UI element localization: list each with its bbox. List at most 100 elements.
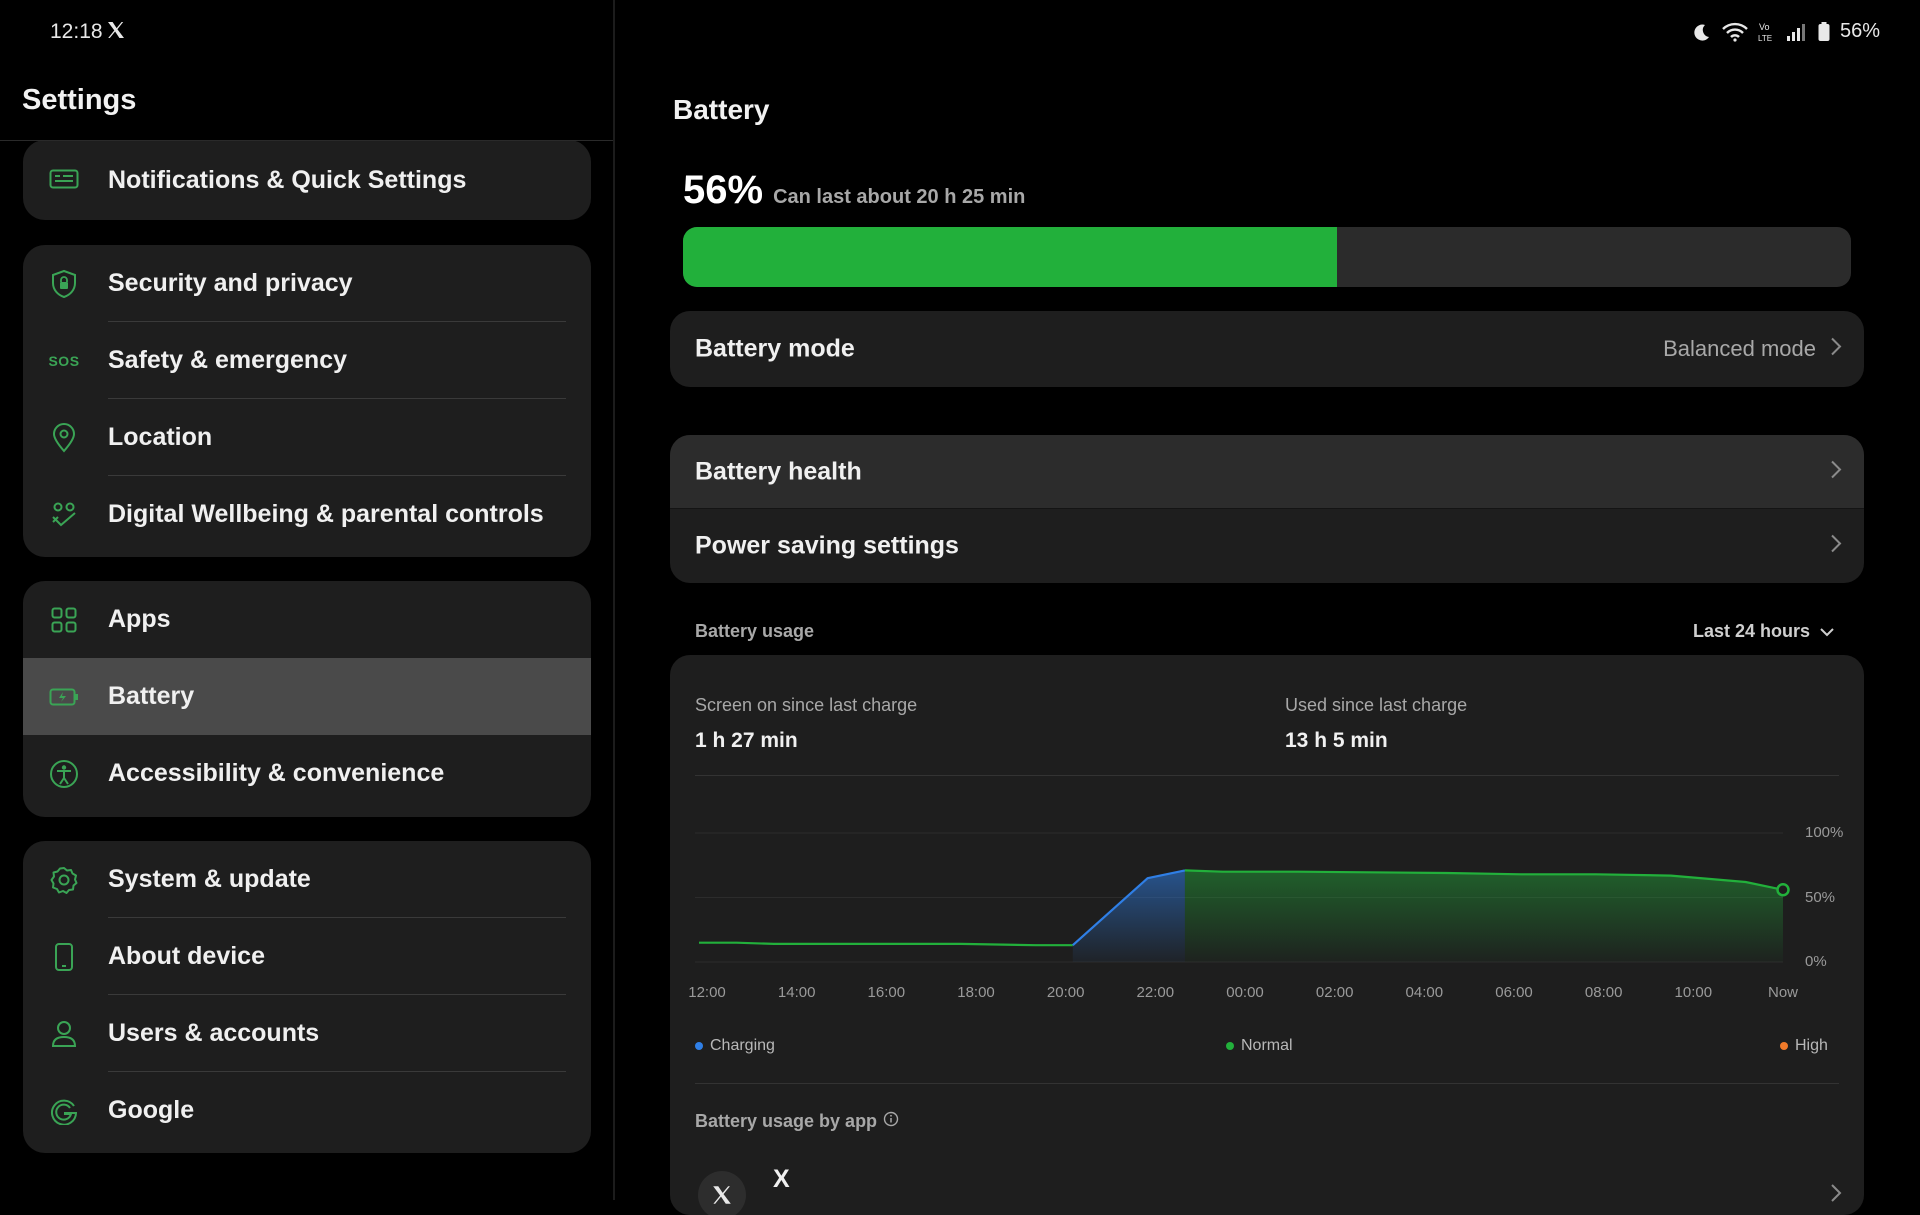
battery-page-title: Battery xyxy=(673,94,770,125)
settings-group-notifications: Notifications & Quick Settings xyxy=(23,141,591,220)
accessibility-icon xyxy=(49,759,79,789)
x-tick-label: 08:00 xyxy=(1584,984,1623,1001)
x-tick-label: Now xyxy=(1767,984,1799,1001)
x-logo-icon xyxy=(106,20,128,44)
chevron-right-icon xyxy=(1830,460,1842,485)
settings-group-apps: Apps Battery Accessibility & convenience xyxy=(23,581,591,817)
battery-mode-value: Balanced mode xyxy=(1663,336,1816,361)
power-saving-row[interactable]: Power saving settings xyxy=(670,509,1864,583)
battery-level-bar xyxy=(683,227,1851,287)
legend-dot xyxy=(1780,1042,1788,1050)
settings-item-notifications[interactable]: Notifications & Quick Settings xyxy=(23,141,591,220)
settings-group-system: System & update About device Users & acc… xyxy=(23,841,591,1153)
status-bar: 12:18 Vo LTE 56% xyxy=(0,0,1920,64)
settings-item-location[interactable]: Location xyxy=(23,399,591,476)
signal-icon xyxy=(1786,22,1808,42)
battery-level-row: 56% Can last about 20 h 25 min xyxy=(683,168,1025,213)
settings-item-battery[interactable]: Battery xyxy=(23,658,591,735)
page-title: Settings xyxy=(22,84,137,116)
settings-list[interactable]: Notifications & Quick Settings Security … xyxy=(0,141,613,1200)
x-tick-label: 06:00 xyxy=(1495,984,1533,1001)
settings-item-label: Notifications & Quick Settings xyxy=(108,165,467,194)
x-tick-label: 16:00 xyxy=(867,984,906,1001)
legend-dot xyxy=(1226,1042,1234,1050)
legend-divider xyxy=(695,1083,1839,1084)
y-tick-label: 100% xyxy=(1805,824,1844,841)
chevron-right-icon xyxy=(1830,1183,1842,1208)
usage-range-dropdown[interactable]: Last 24 hours xyxy=(1693,621,1834,642)
stats-divider xyxy=(695,775,1839,776)
screen-on-label: Screen on since last charge xyxy=(695,695,918,715)
settings-item-label: System & update xyxy=(108,865,311,893)
settings-item-system[interactable]: System & update xyxy=(23,841,591,918)
settings-item-about[interactable]: About device xyxy=(23,918,591,995)
phone-icon xyxy=(49,942,79,972)
legend-high: High xyxy=(1780,1037,1828,1055)
battery-usage-chart xyxy=(695,832,1790,963)
settings-group-security: Security and privacy SOS Safety & emerge… xyxy=(23,245,591,557)
app-usage-name[interactable]: X xyxy=(773,1165,790,1194)
battery-icon xyxy=(1818,21,1830,42)
settings-item-label: Battery xyxy=(108,682,195,710)
chevron-right-icon xyxy=(1830,534,1842,559)
x-tick-label: 20:00 xyxy=(1046,984,1085,1001)
battery-options-card: Battery health Power saving settings xyxy=(670,435,1864,583)
series-area-normal xyxy=(1184,870,1783,962)
settings-item-label: Location xyxy=(108,423,213,451)
x-tick-label: 14:00 xyxy=(777,984,816,1001)
settings-item-wellbeing[interactable]: Digital Wellbeing & parental controls xyxy=(23,476,591,553)
settings-item-label: Google xyxy=(108,1096,195,1124)
battery-percent-large: 56% xyxy=(683,168,764,212)
y-tick-label: 0% xyxy=(1805,953,1827,970)
battery-estimate: Can last about 20 h 25 min xyxy=(773,186,1026,208)
battery-level-fill xyxy=(683,227,1338,287)
google-icon xyxy=(49,1096,79,1126)
x-tick-label: 18:00 xyxy=(957,984,995,1001)
battery-percent: 56% xyxy=(1839,20,1880,42)
used-since-value: 13 h 5 min xyxy=(1285,729,1388,752)
used-since-label: Used since last charge xyxy=(1285,695,1468,715)
user-icon xyxy=(49,1019,79,1049)
info-icon[interactable] xyxy=(883,1111,899,1132)
legend-charging: Charging xyxy=(695,1037,775,1055)
settings-item-label: About device xyxy=(108,942,265,970)
x-app-icon xyxy=(698,1171,746,1215)
battery-mode-label: Battery mode xyxy=(695,334,855,363)
chevron-right-icon xyxy=(1830,337,1842,362)
settings-item-google[interactable]: Google xyxy=(23,1072,591,1149)
series-area-charging xyxy=(1072,870,1185,962)
battery-icon xyxy=(49,682,79,712)
series-line-normal xyxy=(699,941,1073,947)
x-tick-label: 02:00 xyxy=(1315,984,1354,1001)
power-saving-label: Power saving settings xyxy=(695,531,959,560)
settings-item-safety[interactable]: SOS Safety & emergency xyxy=(23,322,591,399)
svg-text:LTE: LTE xyxy=(1758,34,1772,43)
battery-mode-row[interactable]: Battery mode Balanced mode xyxy=(670,311,1864,387)
battery-mode-card: Battery mode Balanced mode xyxy=(670,311,1864,387)
x-tick-label: 00:00 xyxy=(1226,984,1264,1001)
settings-item-security[interactable]: Security and privacy xyxy=(23,245,591,322)
used-since-stat: Used since last charge 13 h 5 min xyxy=(1285,695,1467,753)
shield-icon xyxy=(49,269,79,299)
usage-range-label: Last 24 hours xyxy=(1692,621,1810,641)
chevron-down-icon xyxy=(1820,621,1834,642)
x-tick-label: 22:00 xyxy=(1136,984,1175,1001)
settings-item-users[interactable]: Users & accounts xyxy=(23,995,591,1072)
settings-item-accessibility[interactable]: Accessibility & convenience xyxy=(23,735,591,812)
settings-item-label: Apps xyxy=(108,605,171,633)
legend-dot xyxy=(695,1042,703,1050)
battery-health-label: Battery health xyxy=(695,457,862,486)
settings-item-apps[interactable]: Apps xyxy=(23,581,591,658)
battery-usage-card: Screen on since last charge 1 h 27 min U… xyxy=(670,655,1864,1215)
location-pin-icon xyxy=(49,422,79,453)
gear-icon xyxy=(49,865,79,895)
screen-on-stat: Screen on since last charge 1 h 27 min xyxy=(695,695,917,753)
usage-by-app-heading: Battery usage by app xyxy=(695,1111,899,1132)
x-tick-label: 10:00 xyxy=(1674,984,1713,1001)
pane-divider xyxy=(613,0,615,1200)
moon-icon xyxy=(1692,22,1712,42)
current-level-marker xyxy=(1776,883,1790,897)
battery-health-row[interactable]: Battery health xyxy=(670,435,1864,509)
settings-item-label: Users & accounts xyxy=(108,1019,320,1047)
status-icons: Vo LTE 56% xyxy=(1692,20,1880,43)
